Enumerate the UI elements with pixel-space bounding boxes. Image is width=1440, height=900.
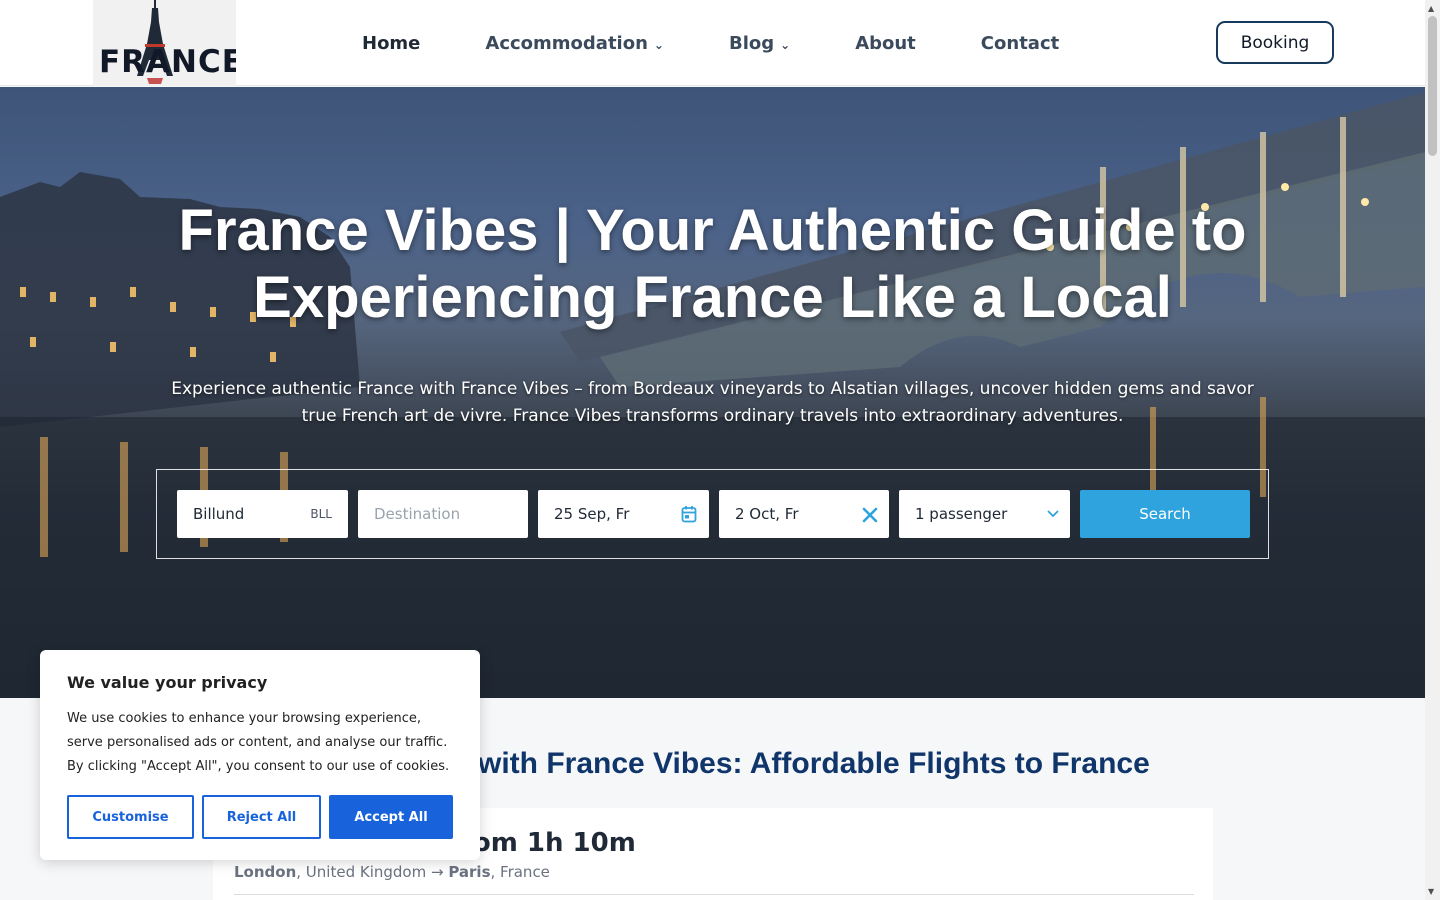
booking-button[interactable]: Booking bbox=[1216, 21, 1334, 64]
hero-subtitle-line1: Experience authentic France with France … bbox=[171, 379, 1254, 399]
nav-contact[interactable]: Contact bbox=[981, 33, 1059, 54]
passengers-select[interactable]: 1 passenger bbox=[899, 490, 1070, 538]
chevron-down-icon: ⌄ bbox=[653, 37, 664, 52]
return-date-value: 2 Oct, Fr bbox=[735, 505, 799, 523]
route-to-country: , France bbox=[490, 863, 550, 881]
route-from-city: London bbox=[234, 863, 297, 881]
nav-accommodation[interactable]: Accommodation ⌄ bbox=[485, 33, 664, 54]
nav-accommodation-label: Accommodation bbox=[485, 32, 648, 54]
return-date-field[interactable]: 2 Oct, Fr bbox=[719, 490, 889, 538]
site-header: FRANCE Home Accommodation ⌄ Blog ⌄ About… bbox=[0, 0, 1425, 86]
hero-subtitle-line2: true French art de vivre. France Vibes t… bbox=[301, 406, 1124, 426]
route-arrow-icon: → bbox=[426, 863, 449, 881]
nav-blog-label: Blog bbox=[728, 32, 775, 54]
route-from-country: , United Kingdom bbox=[296, 863, 427, 881]
route-to-city: Paris bbox=[448, 863, 491, 881]
origin-value: Billund bbox=[193, 505, 245, 523]
flights-section-title: with France Vibes: Affordable Flights to… bbox=[478, 747, 1150, 780]
cookie-consent-banner: We value your privacy We use cookies to … bbox=[40, 650, 480, 860]
reject-all-button[interactable]: Reject All bbox=[202, 795, 321, 839]
destination-placeholder: Destination bbox=[374, 505, 461, 523]
nav-home-label: Home bbox=[362, 32, 421, 54]
hero-subtitle: Experience authentic France with France … bbox=[160, 376, 1265, 430]
cookie-title: We value your privacy bbox=[67, 673, 268, 692]
cookie-text: We use cookies to enhance your browsing … bbox=[67, 711, 450, 774]
page-scrollbar[interactable]: ▲ ▼ bbox=[1425, 0, 1440, 900]
nav-contact-label: Contact bbox=[980, 32, 1060, 54]
chevron-down-icon bbox=[1047, 510, 1059, 518]
nav-blog[interactable]: Blog ⌄ bbox=[729, 33, 790, 54]
depart-date-field[interactable]: 25 Sep, Fr bbox=[538, 490, 709, 538]
main-nav: Home Accommodation ⌄ Blog ⌄ About Contac… bbox=[362, 0, 1059, 86]
calendar-icon[interactable] bbox=[681, 505, 697, 523]
nav-about[interactable]: About bbox=[855, 33, 916, 54]
customise-button[interactable]: Customise bbox=[67, 795, 194, 839]
scroll-down-arrow-icon[interactable]: ▼ bbox=[1428, 887, 1434, 896]
nav-home[interactable]: Home bbox=[362, 33, 420, 54]
nav-about-label: About bbox=[855, 32, 916, 54]
hero-title-line1: France Vibes | Your Authentic Guide to bbox=[178, 198, 1247, 263]
hero-title: France Vibes | Your Authentic Guide to E… bbox=[0, 197, 1425, 331]
france-logo[interactable]: FRANCE bbox=[93, 0, 236, 86]
origin-field[interactable]: Billund BLL bbox=[177, 490, 348, 538]
hero-title-line2: Experiencing France Like a Local bbox=[253, 265, 1172, 330]
logo-text: FRANCE bbox=[99, 44, 236, 80]
chevron-down-icon: ⌄ bbox=[780, 37, 791, 52]
clear-icon[interactable] bbox=[861, 506, 879, 524]
divider bbox=[234, 894, 1194, 895]
flight-route: London, United Kingdom → Paris, France bbox=[234, 863, 550, 881]
scroll-up-arrow-icon[interactable]: ▲ bbox=[1428, 4, 1434, 13]
accept-all-button[interactable]: Accept All bbox=[329, 795, 453, 839]
passengers-value: 1 passenger bbox=[915, 505, 1008, 523]
depart-date-value: 25 Sep, Fr bbox=[554, 505, 630, 523]
scroll-thumb[interactable] bbox=[1428, 16, 1437, 156]
origin-code: BLL bbox=[310, 507, 332, 521]
destination-field[interactable]: Destination bbox=[358, 490, 528, 538]
flight-search-form: Billund BLL Destination 25 Sep, Fr 2 Oct… bbox=[156, 469, 1269, 559]
search-button[interactable]: Search bbox=[1080, 490, 1250, 538]
hero-section: France Vibes | Your Authentic Guide to E… bbox=[0, 87, 1425, 698]
